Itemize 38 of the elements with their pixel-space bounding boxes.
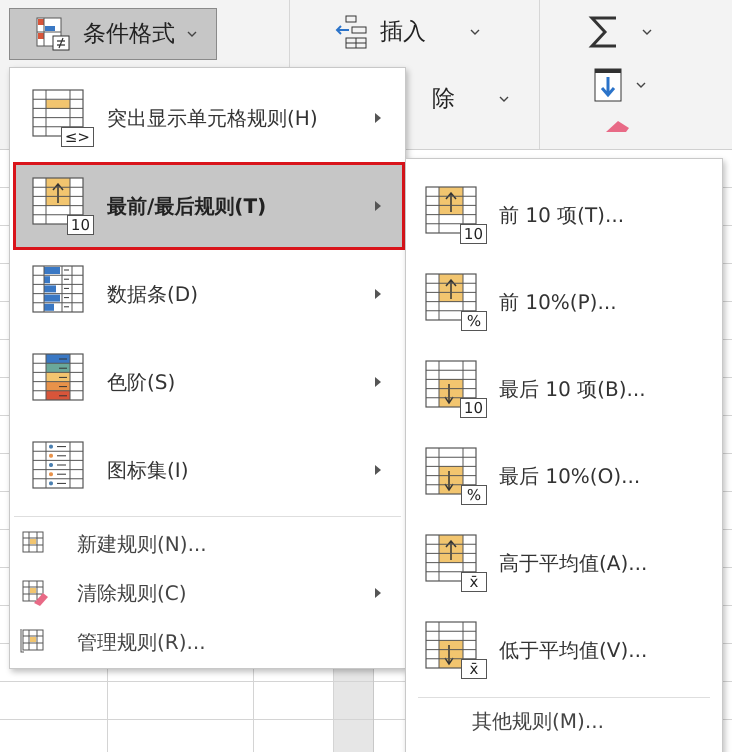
menu-item[interactable]: 色阶(S) [13,338,405,426]
insert-cells-icon [334,14,368,50]
submenu-item[interactable]: % 最后 10%(O)... [406,432,722,519]
icon-badge: ≤> [60,127,94,147]
submenu-item[interactable]: x̄ 低于平均值(V)... [406,606,722,693]
conditional-formatting-button[interactable]: 条件格式 [9,8,217,60]
menu-item[interactable]: 数据条(D) [13,250,405,338]
icon-badge: 10 [66,215,94,235]
chevron-down-icon [499,96,509,103]
submenu-item[interactable]: 10 前 10 项(T)... [406,171,722,258]
color-scale-icon [32,353,84,401]
icon-badge: x̄ [461,658,487,678]
menu-item[interactable]: 10 最前/最后规则(T) [13,162,405,250]
icon-badge: % [461,484,487,504]
menu-item[interactable]: 管理规则(R)... [10,617,405,666]
menu-item[interactable]: 清除规则(C) [10,568,405,617]
fill-down-icon [594,68,622,102]
submenu-item[interactable]: x̄ 高于平均值(A)... [406,519,722,606]
submenu-item[interactable]: % 前 10%(P)... [406,258,722,345]
icon-badge: x̄ [461,572,487,592]
chevron-down-icon [642,28,652,36]
menu-item[interactable]: 新建规则(N)... [10,519,405,568]
delete-label[interactable]: 除 [432,82,455,116]
chevron-down-icon [187,30,197,38]
icon-badge: % [461,310,487,330]
eraser-table-icon [20,578,50,606]
data-bars-icon [32,265,84,313]
insert-label[interactable]: 插入 [380,14,426,50]
menu-item[interactable]: 图标集(I) [13,426,405,514]
submenu-item[interactable]: 10 最后 10 项(B)... [406,345,722,432]
icon-set-table-icon [32,441,84,489]
icon-badge: 10 [460,224,487,244]
menu-item[interactable]: ≤> 突出显示单元格规则(H) [13,74,405,162]
chevron-down-icon [636,82,646,88]
icon-badge: 10 [460,398,487,418]
chevron-down-icon [470,28,480,36]
submenu-item[interactable]: 其他规则(M)... [406,698,722,744]
conditional-format-icon [35,16,71,52]
